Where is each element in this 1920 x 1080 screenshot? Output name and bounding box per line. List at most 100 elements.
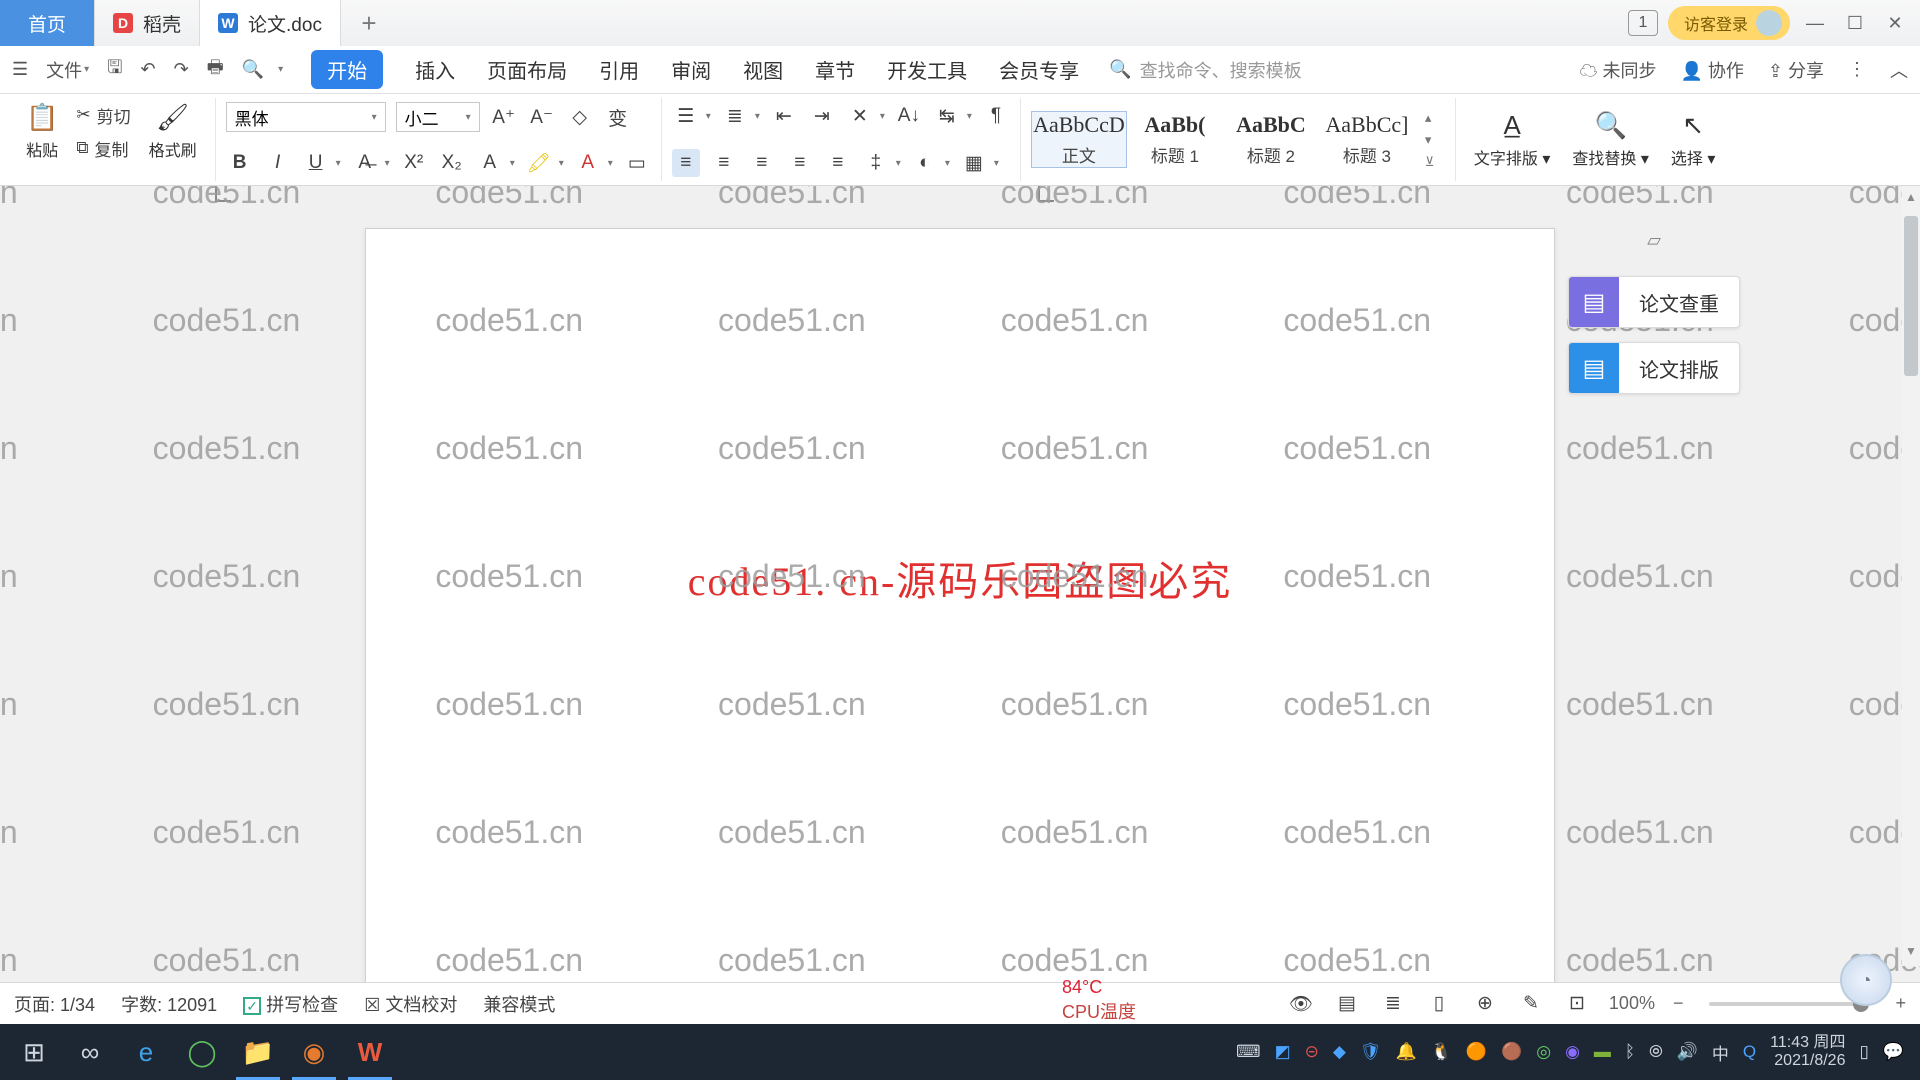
subscript-icon[interactable]: X₂ — [438, 149, 466, 177]
menu-page-layout[interactable]: 页面布局 — [487, 55, 567, 84]
distribute-icon[interactable]: ≡ — [824, 149, 852, 177]
spell-check[interactable]: ✓ 拼写检查 — [243, 991, 338, 1017]
style-正文[interactable]: AaBbCcD正文 — [1031, 111, 1127, 168]
zoom-in-icon[interactable]: + — [1895, 993, 1906, 1014]
eye-icon[interactable]: 👁 — [1287, 990, 1315, 1018]
web-view-icon[interactable]: ⊕ — [1471, 990, 1499, 1018]
text-effects-icon[interactable]: A — [476, 149, 504, 177]
font-size-select[interactable]: 小二▾ — [396, 102, 480, 132]
cut-button[interactable]: ✂剪切 — [76, 103, 130, 128]
select-button[interactable]: ↖选择 ▾ — [1663, 110, 1724, 169]
shading-icon[interactable]: ◐ — [911, 149, 939, 177]
page-indicator[interactable]: 页面: 1/34 — [14, 991, 95, 1017]
bullet-list-icon[interactable]: ☰ — [672, 102, 700, 130]
tray-ime-icon[interactable]: 中 — [1712, 1040, 1729, 1065]
copy-button[interactable]: ⧉复制 — [76, 136, 130, 161]
style-expand-icon[interactable]: ⊻ — [1425, 154, 1445, 170]
tab-docao[interactable]: D稻壳 — [95, 0, 200, 46]
tray-volume-icon[interactable]: 🔊 — [1677, 1042, 1698, 1062]
assistant-float-button[interactable]: ◔ — [1840, 954, 1892, 1006]
align-right-icon[interactable]: ≡ — [748, 149, 776, 177]
align-left-icon[interactable]: ≡ — [672, 149, 700, 177]
numbered-list-icon[interactable]: ≣ — [721, 102, 749, 130]
more-icon[interactable]: ⋮ — [1848, 59, 1866, 80]
bold-icon[interactable]: B — [226, 149, 254, 177]
decrease-font-icon[interactable]: A⁻ — [528, 103, 556, 131]
menu-start[interactable]: 开始 — [311, 50, 383, 89]
italic-icon[interactable]: I — [264, 149, 292, 177]
tray-nvidia-icon[interactable]: ▬ — [1594, 1042, 1611, 1062]
outline-view-icon[interactable]: ≣ — [1379, 990, 1407, 1018]
new-tab-button[interactable]: + — [341, 0, 397, 46]
format-painter-button[interactable]: 🖌格式刷 — [141, 102, 205, 161]
document-page[interactable]: code51. cn-源码乐园盗图必究 — [365, 228, 1555, 1028]
tab-icon[interactable]: ↹ — [933, 102, 961, 130]
paper-layout-button[interactable]: ▤论文排版 — [1568, 342, 1740, 394]
plagiarism-check-button[interactable]: ▤论文查重 — [1568, 276, 1740, 328]
menu-review[interactable]: 审阅 — [671, 55, 711, 84]
taskbar-app-generic[interactable]: ∞ — [62, 1024, 118, 1080]
taskbar-browser[interactable]: ◯ — [174, 1024, 230, 1080]
phonetic-icon[interactable]: 变 — [604, 103, 632, 131]
scroll-thumb[interactable] — [1904, 216, 1918, 376]
share-button[interactable]: ⇪ 分享 — [1768, 57, 1824, 83]
side-collapse-icon[interactable]: ▱ — [1639, 230, 1669, 256]
tray-icon[interactable]: ⊝ — [1305, 1042, 1319, 1062]
tray-action-center-icon[interactable]: 💬 — [1883, 1042, 1904, 1062]
menu-member[interactable]: 会员专享 — [999, 55, 1079, 84]
tray-shield-icon[interactable]: 🛡 — [1360, 1042, 1382, 1062]
show-marks-icon[interactable]: ¶ — [982, 102, 1010, 130]
char-border-icon[interactable]: ▭ — [623, 149, 651, 177]
tray-icon[interactable]: ◎ — [1536, 1042, 1551, 1062]
sort-icon[interactable]: A↓ — [895, 102, 923, 130]
style-标题 2[interactable]: AaBbC标题 2 — [1223, 111, 1319, 168]
guest-login[interactable]: 访客登录 — [1668, 6, 1790, 40]
taskbar-app-orange[interactable]: ◉ — [286, 1024, 342, 1080]
menu-dev-tools[interactable]: 开发工具 — [887, 55, 967, 84]
tray-icon[interactable]: ◩ — [1275, 1042, 1291, 1062]
search-box[interactable]: 🔍 查找命令、搜索模板 — [1109, 57, 1301, 83]
taskbar-clock[interactable]: 11:43 周四 2021/8/26 — [1770, 1034, 1845, 1071]
vertical-scrollbar[interactable]: ▲ ▼ — [1902, 186, 1920, 966]
tray-bell-icon[interactable]: 🔔 — [1396, 1042, 1417, 1062]
undo-icon[interactable]: ↶ — [141, 59, 156, 80]
tray-keyboard-icon[interactable]: ⌨ — [1236, 1042, 1261, 1062]
tray-notifications-icon[interactable]: ▯ — [1859, 1042, 1868, 1062]
maximize-button[interactable]: ☐ — [1840, 13, 1870, 34]
underline-icon[interactable]: U — [302, 149, 330, 177]
font-color-icon[interactable]: A — [574, 149, 602, 177]
annotate-icon[interactable]: ✎ — [1517, 990, 1545, 1018]
collapse-ribbon-icon[interactable]: ︿ — [1890, 57, 1908, 83]
taskbar-ie[interactable]: e — [118, 1024, 174, 1080]
start-button[interactable]: ⊞ — [6, 1024, 62, 1080]
tray-q-icon[interactable]: Q — [1743, 1042, 1756, 1062]
style-标题 3[interactable]: AaBbCc]标题 3 — [1319, 111, 1415, 168]
scroll-up-icon[interactable]: ▲ — [1902, 190, 1920, 208]
menu-icon[interactable]: ☰ — [12, 59, 28, 80]
zoom-out-icon[interactable]: − — [1673, 993, 1684, 1014]
tray-icon[interactable]: ◆ — [1333, 1042, 1346, 1062]
find-replace-button[interactable]: 🔍查找替换 ▾ — [1564, 110, 1657, 169]
menu-chapter[interactable]: 章节 — [815, 55, 855, 84]
tray-icon[interactable]: ◉ — [1565, 1042, 1580, 1062]
close-button[interactable]: ✕ — [1880, 13, 1910, 34]
paste-button[interactable]: 📋粘贴 — [18, 102, 66, 161]
tray-bluetooth-icon[interactable]: ᛒ — [1625, 1042, 1635, 1062]
tab-home[interactable]: 首页 — [0, 0, 95, 46]
save-icon[interactable]: 🖫 — [107, 55, 122, 85]
tray-icon[interactable]: 🐧 — [1431, 1042, 1452, 1062]
reading-view-icon[interactable]: ▯ — [1425, 990, 1453, 1018]
decrease-indent-icon[interactable]: ⇤ — [770, 102, 798, 130]
fit-width-icon[interactable]: ⊡ — [1563, 990, 1591, 1018]
increase-font-icon[interactable]: A⁺ — [490, 103, 518, 131]
workspace-count[interactable]: 1 — [1628, 10, 1658, 36]
minimize-button[interactable]: — — [1800, 13, 1830, 34]
taskbar-wps[interactable]: W — [342, 1024, 398, 1080]
redo-icon[interactable]: ↷ — [174, 59, 189, 80]
taskbar-explorer[interactable]: 📁 — [230, 1024, 286, 1080]
highlight-icon[interactable]: 🖍 — [525, 149, 553, 177]
word-count[interactable]: 字数: 12091 — [121, 991, 217, 1017]
style-next-icon[interactable]: ▾ — [1425, 132, 1445, 148]
justify-icon[interactable]: ≡ — [786, 149, 814, 177]
superscript-icon[interactable]: X² — [400, 149, 428, 177]
